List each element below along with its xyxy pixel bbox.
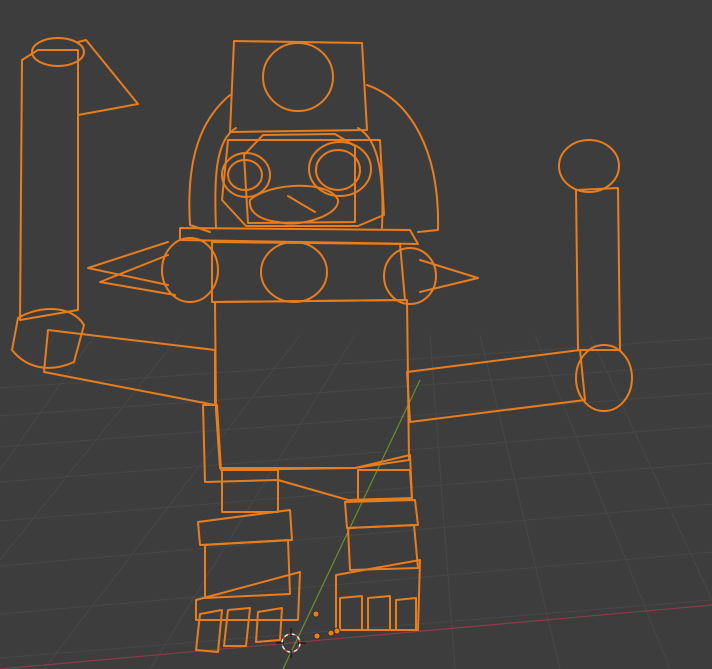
viewport-background [0, 0, 712, 669]
viewport-3d[interactable] [0, 0, 712, 669]
viewport-canvas[interactable] [0, 0, 712, 669]
